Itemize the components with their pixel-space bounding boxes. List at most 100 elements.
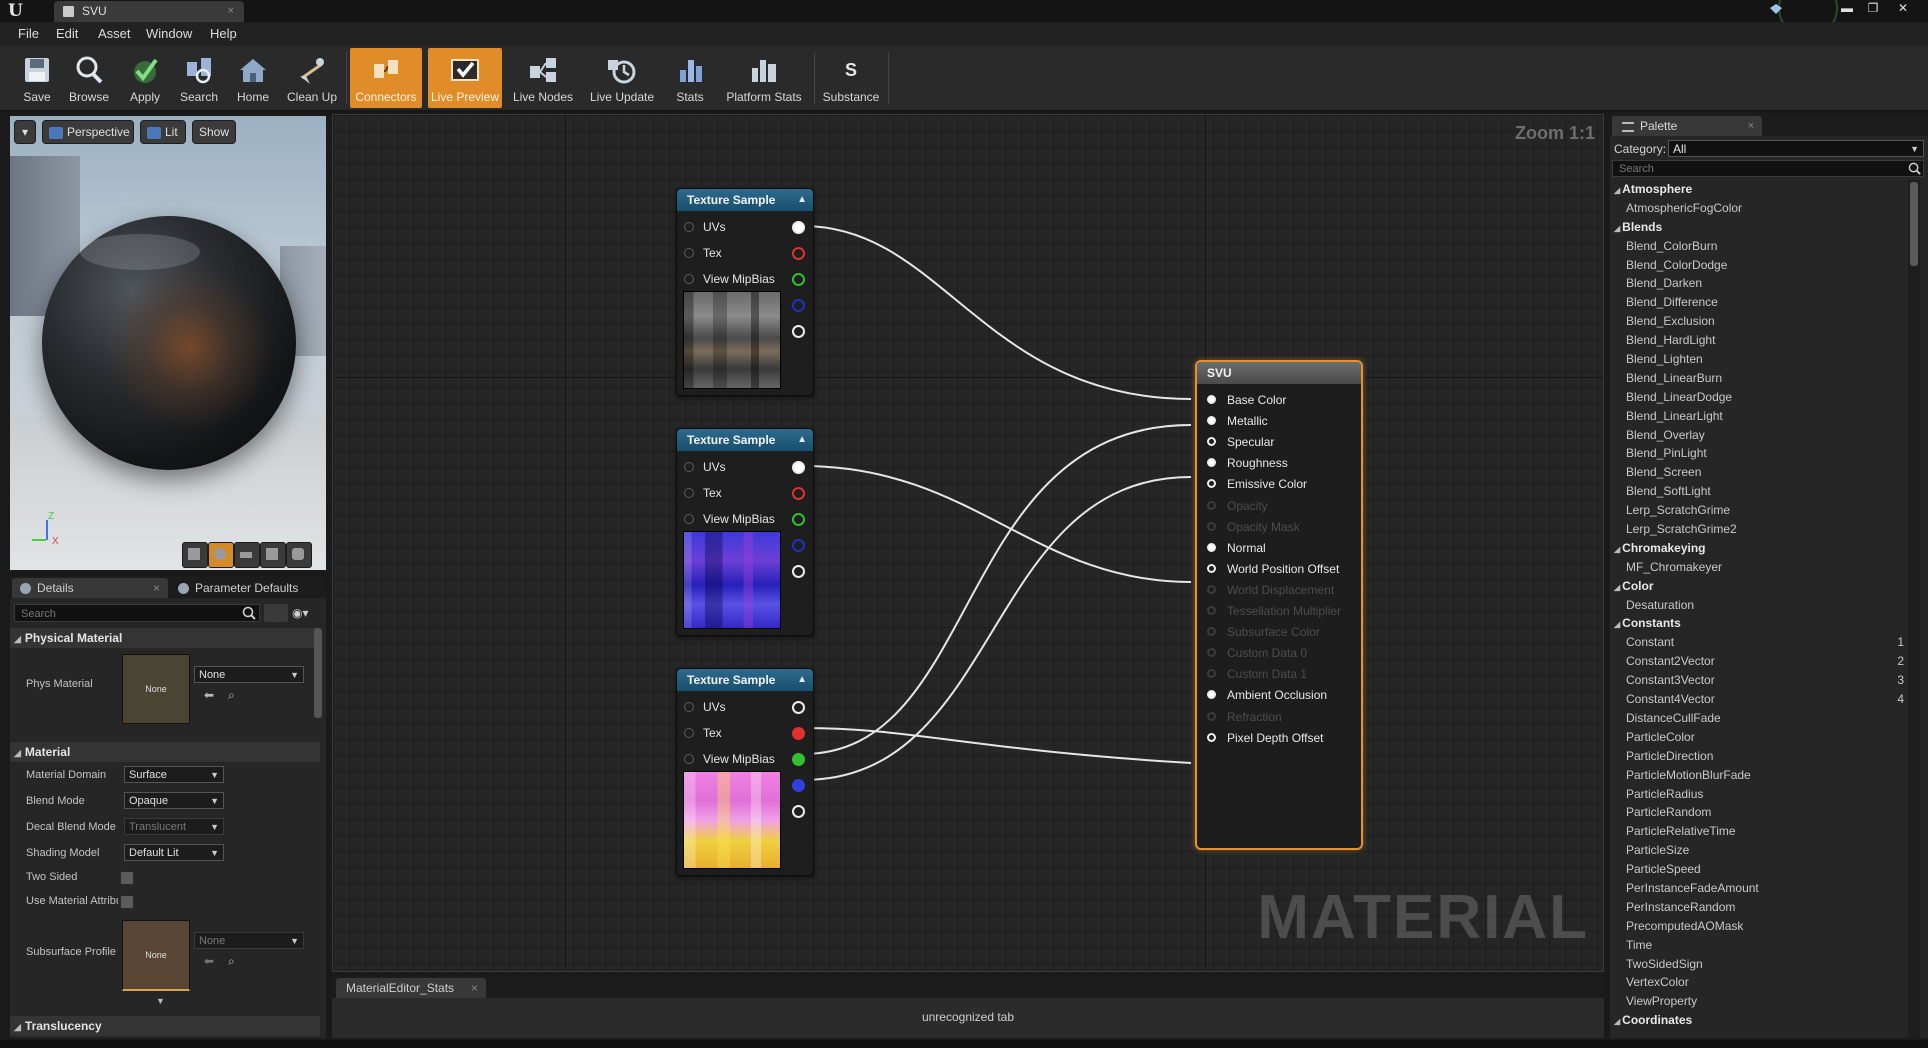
input-pin-icon[interactable]: [1207, 500, 1216, 510]
svu-pin-metallic[interactable]: Metallic: [1197, 411, 1361, 431]
lit-button[interactable]: Lit: [140, 120, 186, 144]
input-pin-icon[interactable]: [1207, 416, 1216, 426]
browse-asset-icon[interactable]: ⌕: [228, 688, 235, 703]
palette-category[interactable]: ◢ Chromakeying: [1610, 539, 1906, 558]
input-pin-icon[interactable]: [684, 222, 694, 232]
details-scrollbar[interactable]: [314, 628, 322, 718]
live-update-button[interactable]: Live Update: [584, 48, 660, 108]
input-pin-icon[interactable]: [1207, 648, 1216, 658]
output-pin-b[interactable]: [792, 299, 805, 312]
palette-item[interactable]: ParticleRelativeTime: [1610, 822, 1906, 841]
preview-cylinder-button[interactable]: [182, 542, 208, 568]
palette-item[interactable]: ParticleSpeed: [1610, 860, 1906, 879]
palette-item[interactable]: PerInstanceFadeAmount: [1610, 879, 1906, 898]
expand-advanced-icon[interactable]: ▼: [156, 996, 165, 1006]
preview-sphere-button[interactable]: [208, 542, 234, 568]
palette-item[interactable]: Blend_Lighten: [1610, 350, 1906, 369]
home-button[interactable]: Home: [228, 48, 278, 108]
palette-item[interactable]: MF_Chromakeyer: [1610, 558, 1906, 577]
output-pin-r[interactable]: [792, 487, 805, 500]
category-physical-material[interactable]: ◢ Physical Material: [10, 628, 320, 648]
perspective-button[interactable]: Perspective: [42, 120, 134, 144]
input-pin-icon[interactable]: [1207, 711, 1216, 721]
details-search-input[interactable]: Search: [14, 604, 260, 622]
input-pin-icon[interactable]: [1207, 563, 1216, 573]
palette-item[interactable]: Blend_LinearLight: [1610, 407, 1906, 426]
browse-button[interactable]: Browse: [64, 48, 114, 108]
show-button[interactable]: Show: [192, 120, 236, 144]
palette-item[interactable]: AtmosphericFogColor: [1610, 199, 1906, 218]
svu-pin-normal[interactable]: Normal: [1197, 538, 1361, 558]
palette-item[interactable]: TwoSidedSign: [1610, 955, 1906, 974]
blend-mode-combo[interactable]: Opaque ▼: [124, 792, 224, 809]
palette-item[interactable]: Desaturation: [1610, 596, 1906, 615]
tab-parameter-defaults[interactable]: Parameter Defaults: [170, 578, 320, 598]
pin-tex[interactable]: Tex: [677, 243, 813, 263]
palette-item[interactable]: Blend_Screen: [1610, 463, 1906, 482]
platform-stats-button[interactable]: Platform Stats: [720, 48, 808, 108]
node-title[interactable]: Texture Sample ▲: [677, 429, 813, 451]
collapse-node-icon[interactable]: ▲: [797, 429, 807, 451]
palette-category[interactable]: ◢ Coordinates: [1610, 1011, 1906, 1030]
palette-scroll-track[interactable]: [1908, 180, 1920, 1038]
menu-window[interactable]: Window: [146, 26, 192, 41]
svu-pin-base-color[interactable]: Base Color: [1197, 390, 1361, 410]
palette-item[interactable]: Constant2Vector 2: [1610, 652, 1906, 671]
palette-item[interactable]: Lerp_ScratchGrime: [1610, 501, 1906, 520]
palette-item[interactable]: Blend_PinLight: [1610, 444, 1906, 463]
output-pin-rgb[interactable]: [792, 701, 805, 714]
substance-button[interactable]: S Substance: [818, 48, 884, 108]
use-material-attributes-checkbox[interactable]: [120, 895, 134, 909]
preview-plane-button[interactable]: [234, 542, 260, 568]
input-pin-icon[interactable]: [1207, 542, 1216, 552]
palette-item[interactable]: DistanceCullFade: [1610, 709, 1906, 728]
node-title[interactable]: SVU: [1197, 362, 1361, 384]
palette-item[interactable]: PerInstanceRandom: [1610, 898, 1906, 917]
output-pin-g[interactable]: [792, 513, 805, 526]
viewport-options-button[interactable]: ▾: [14, 120, 36, 144]
clean-up-button[interactable]: Clean Up: [284, 48, 340, 108]
input-pin-icon[interactable]: [1207, 606, 1216, 615]
palette-item[interactable]: Blend_SoftLight: [1610, 482, 1906, 501]
output-pin-r[interactable]: [792, 247, 805, 260]
input-pin-icon[interactable]: [1207, 627, 1216, 637]
node-title[interactable]: Texture Sample ▲: [677, 189, 813, 211]
svu-pin-opacity-mask[interactable]: Opacity Mask: [1197, 517, 1361, 537]
connectors-button[interactable]: Connectors: [350, 48, 422, 108]
palette-item[interactable]: ParticleRandom: [1610, 803, 1906, 822]
palette-item[interactable]: Blend_ColorBurn: [1610, 237, 1906, 256]
pin-view-mipbias[interactable]: View MipBias: [677, 749, 813, 769]
browse-asset-icon[interactable]: ⌕: [228, 954, 235, 969]
phys-material-thumbnail[interactable]: None: [122, 654, 190, 724]
output-pin-a[interactable]: [792, 565, 805, 578]
palette-item[interactable]: Lerp_ScratchGrime2: [1610, 520, 1906, 539]
tab-close-icon[interactable]: ×: [228, 1, 234, 22]
tab-close-icon[interactable]: ×: [471, 978, 478, 998]
input-pin-icon[interactable]: [684, 462, 694, 472]
visibility-eye-icon[interactable]: ◉▾: [292, 606, 309, 620]
menu-asset[interactable]: Asset: [98, 26, 131, 41]
svu-pin-specular[interactable]: Specular: [1197, 432, 1361, 452]
palette-category[interactable]: ◢ Color: [1610, 577, 1906, 596]
menu-file[interactable]: File: [18, 26, 39, 41]
palette-item[interactable]: ParticleMotionBlurFade: [1610, 766, 1906, 785]
palette-item[interactable]: ViewProperty: [1610, 992, 1906, 1011]
menu-help[interactable]: Help: [210, 26, 237, 41]
input-pin-icon[interactable]: [684, 728, 694, 738]
output-pin-a[interactable]: [792, 325, 805, 338]
input-pin-icon[interactable]: [684, 274, 694, 284]
svu-pin-pixel-depth-offset[interactable]: Pixel Depth Offset: [1197, 728, 1361, 748]
palette-item[interactable]: Constant 1: [1610, 633, 1906, 652]
material-domain-combo[interactable]: Surface ▼: [124, 766, 224, 783]
input-pin-icon[interactable]: [684, 488, 694, 498]
palette-search-input[interactable]: Search: [1612, 160, 1924, 177]
palette-category[interactable]: ◢ Constants: [1610, 614, 1906, 633]
notification-icon[interactable]: [1768, 2, 1784, 18]
apply-button[interactable]: Apply: [120, 48, 170, 108]
shading-model-combo[interactable]: Default Lit ▼: [124, 844, 224, 861]
pin-uvs[interactable]: UVs: [677, 217, 813, 237]
palette-item[interactable]: VertexColor: [1610, 973, 1906, 992]
input-pin-icon[interactable]: [1207, 521, 1216, 531]
output-pin-b[interactable]: [792, 779, 805, 792]
svu-pin-roughness[interactable]: Roughness: [1197, 453, 1361, 473]
